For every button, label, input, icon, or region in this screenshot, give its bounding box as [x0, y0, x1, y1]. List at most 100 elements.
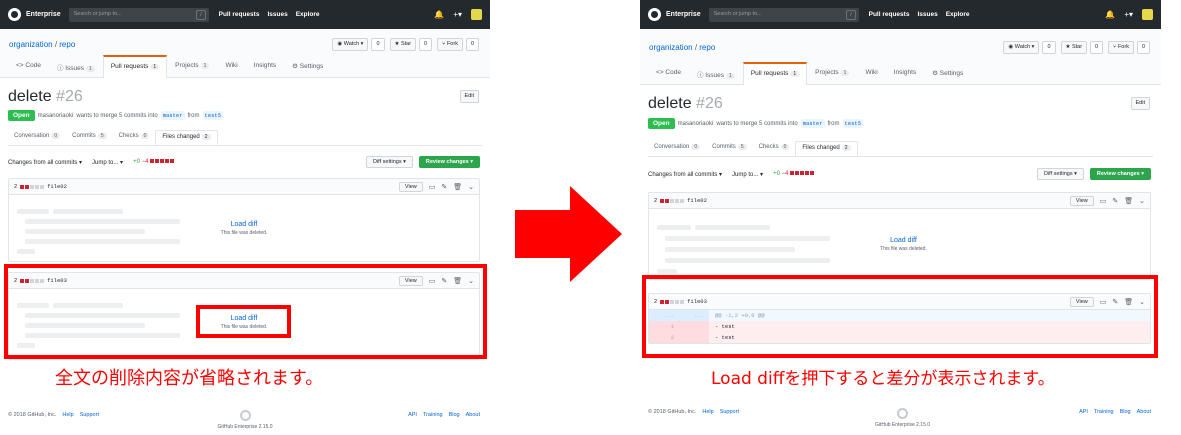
footer-support-link[interactable]: Support — [720, 409, 739, 415]
fork-button[interactable]: ⑂ Fork — [1108, 41, 1134, 54]
plus-icon[interactable]: +▾ — [1124, 10, 1133, 19]
tab-files-changed[interactable]: Files changed 2 — [155, 130, 218, 145]
desktop-icon[interactable]: ▭ — [429, 183, 436, 191]
edit-button[interactable]: Edit — [1130, 97, 1150, 110]
watch-count[interactable]: 0 — [1042, 41, 1056, 54]
fork-count[interactable]: 0 — [465, 38, 479, 51]
tab-wiki[interactable]: Wiki — [217, 55, 245, 78]
footer-blog-link[interactable]: Blog — [449, 412, 460, 418]
watch-button[interactable]: ◉ Watch ▾ — [332, 38, 369, 51]
star-count[interactable]: 0 — [1090, 41, 1104, 54]
repo-name-link[interactable]: repo — [699, 43, 715, 52]
file-placeholder: Load diff This file was deleted. — [9, 195, 479, 261]
view-button[interactable]: View — [1069, 195, 1094, 206]
tab-pull-requests[interactable]: Pull requests 1 — [742, 62, 808, 85]
bell-icon[interactable]: 🔔 — [1105, 10, 1115, 19]
deleted-message: This file was deleted. — [220, 230, 268, 236]
author-link[interactable]: masanoriaoki — [38, 113, 74, 119]
plus-icon[interactable]: +▾ — [453, 10, 462, 19]
tab-conversation[interactable]: Conversation 0 — [8, 130, 66, 145]
search-input[interactable]: Search or jump to... / — [708, 7, 859, 22]
star-button[interactable]: ★ Star — [389, 38, 417, 51]
tab-commits[interactable]: Commits 5 — [706, 141, 752, 156]
tab-issues[interactable]: ⓘ Issues 1 — [49, 55, 103, 78]
tab-insights[interactable]: Insights — [886, 62, 924, 85]
tab-settings[interactable]: ⚙ Settings — [924, 62, 971, 85]
pencil-icon[interactable]: ✎ — [441, 183, 447, 191]
search-input[interactable]: Search or jump to... / — [68, 7, 209, 22]
jump-to-dropdown[interactable]: Jump to... ▾ — [92, 159, 123, 166]
changes-from-dropdown[interactable]: Changes from all commits ▾ — [648, 171, 722, 178]
desktop-icon[interactable]: ▭ — [1100, 197, 1107, 205]
files-toolbar: Changes from all commits ▾ Jump to... ▾ … — [8, 155, 480, 169]
tab-conversation[interactable]: Conversation 0 — [648, 141, 706, 156]
review-changes-button[interactable]: Review changes ▾ — [418, 156, 480, 168]
github-logo-icon[interactable] — [8, 8, 21, 21]
footer-training-link[interactable]: Training — [1094, 409, 1114, 415]
star-button[interactable]: ★ Star — [1060, 41, 1088, 54]
base-branch: master — [160, 111, 185, 120]
file-change-count: 2 — [14, 183, 18, 190]
fork-count[interactable]: 0 — [1136, 41, 1150, 54]
tab-code[interactable]: <> Code — [8, 55, 49, 78]
watch-count[interactable]: 0 — [371, 38, 385, 51]
footer-training-link[interactable]: Training — [423, 412, 443, 418]
bell-icon[interactable]: 🔔 — [434, 10, 444, 19]
review-changes-button[interactable]: Review changes ▾ — [1089, 168, 1151, 180]
file-name[interactable]: file02 — [687, 197, 707, 204]
footer-help-link[interactable]: Help — [702, 409, 713, 415]
github-logo-icon[interactable] — [648, 8, 661, 21]
star-count[interactable]: 0 — [419, 38, 433, 51]
nav-pull-requests[interactable]: Pull requests — [219, 11, 260, 18]
tab-projects[interactable]: Projects 1 — [807, 62, 857, 85]
footer-support-link[interactable]: Support — [80, 412, 99, 418]
repo-owner-link[interactable]: organization — [9, 40, 53, 49]
watch-button[interactable]: ◉ Watch ▾ — [1003, 41, 1040, 54]
footer-about-link[interactable]: About — [1137, 409, 1151, 415]
tab-commits[interactable]: Commits 5 — [66, 130, 112, 145]
nav-issues[interactable]: Issues — [267, 11, 287, 18]
diff-settings-button[interactable]: Diff settings ▾ — [1036, 168, 1084, 180]
chevron-down-icon[interactable]: ⌄ — [468, 183, 474, 191]
footer-about-link[interactable]: About — [466, 412, 480, 418]
tab-settings[interactable]: ⚙ Settings — [284, 55, 331, 78]
edit-button[interactable]: Edit — [459, 90, 479, 103]
tab-wiki[interactable]: Wiki — [857, 62, 885, 85]
footer-api-link[interactable]: API — [1079, 409, 1088, 415]
nav-explore[interactable]: Explore — [296, 11, 320, 18]
tab-checks[interactable]: Checks 0 — [113, 130, 156, 145]
avatar[interactable] — [471, 9, 482, 20]
jump-to-dropdown[interactable]: Jump to... ▾ — [732, 171, 763, 178]
repo-owner-link[interactable]: organization — [649, 43, 693, 52]
footer-api-link[interactable]: API — [408, 412, 417, 418]
load-diff-link[interactable]: Load diff — [209, 221, 279, 228]
tab-code[interactable]: <> Code — [648, 62, 689, 85]
avatar[interactable] — [1142, 9, 1153, 20]
footer-help-link[interactable]: Help — [62, 412, 73, 418]
fork-button[interactable]: ⑂ Fork — [437, 38, 463, 51]
trash-icon[interactable]: 🗑 — [453, 183, 462, 191]
pencil-icon[interactable]: ✎ — [1112, 197, 1118, 205]
repo-name-link[interactable]: repo — [59, 40, 75, 49]
tab-pull-requests[interactable]: Pull requests 1 — [102, 55, 168, 78]
tab-projects[interactable]: Projects 1 — [167, 55, 217, 78]
nav-explore[interactable]: Explore — [946, 11, 970, 18]
changes-from-dropdown[interactable]: Changes from all commits ▾ — [8, 159, 82, 166]
chevron-down-icon[interactable]: ⌄ — [1139, 197, 1145, 205]
load-diff-link[interactable]: Load diff — [866, 237, 941, 244]
diff-settings-button[interactable]: Diff settings ▾ — [365, 156, 413, 168]
diffstat: +0 −4 — [773, 171, 815, 177]
trash-icon[interactable]: 🗑 — [1124, 197, 1133, 205]
footer-blog-link[interactable]: Blog — [1120, 409, 1131, 415]
tab-files-changed[interactable]: Files changed 2 — [795, 141, 858, 156]
tab-checks[interactable]: Checks 0 — [753, 141, 796, 156]
file-name[interactable]: file02 — [47, 183, 67, 190]
tab-insights[interactable]: Insights — [246, 55, 284, 78]
highlight-box-load-diff — [196, 305, 291, 338]
view-button[interactable]: View — [398, 181, 423, 192]
tab-issues[interactable]: ⓘ Issues 1 — [689, 62, 743, 85]
page-title: delete #26 — [648, 95, 723, 112]
nav-pull-requests[interactable]: Pull requests — [869, 11, 910, 18]
author-link[interactable]: masanoriaoki — [678, 121, 714, 127]
nav-issues[interactable]: Issues — [917, 11, 937, 18]
